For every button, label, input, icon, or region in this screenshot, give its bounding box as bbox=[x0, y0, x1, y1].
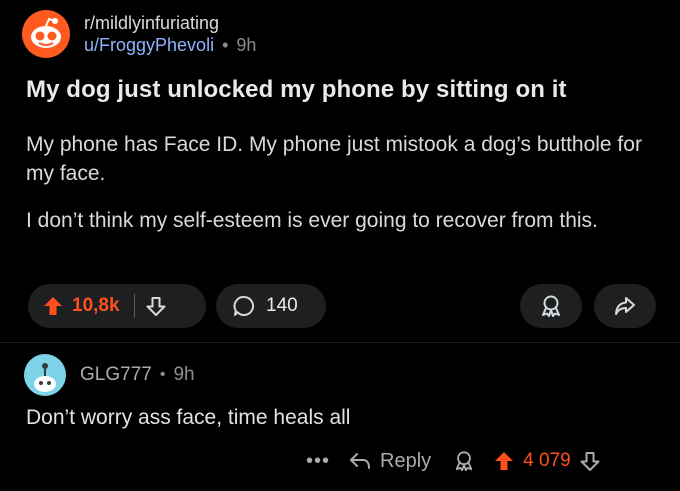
post-author[interactable]: u/FroggyPhevoli bbox=[84, 34, 214, 56]
award-icon bbox=[539, 294, 563, 318]
comment-vote-count: 4 079 bbox=[523, 450, 571, 471]
post-body-paragraph: My phone has Face ID. My phone just mist… bbox=[26, 133, 642, 185]
share-button[interactable] bbox=[594, 284, 656, 328]
subreddit-avatar-icon[interactable] bbox=[22, 10, 70, 58]
reply-label: Reply bbox=[380, 449, 432, 472]
award-icon bbox=[453, 450, 475, 472]
vote-divider bbox=[133, 294, 135, 318]
comment-vote-bar: 4 079 bbox=[493, 450, 601, 472]
post-vote-count: 10,8k bbox=[72, 295, 120, 316]
more-options-button[interactable]: ••• bbox=[306, 450, 330, 473]
comment-count: 140 bbox=[266, 295, 298, 316]
comment-author[interactable]: GLG777 bbox=[80, 364, 152, 386]
post-header: r/mildlyinfuriating u/FroggyPhevoli • 9h bbox=[22, 10, 256, 58]
post-title: My dog just unlocked my phone by sitting… bbox=[26, 76, 567, 103]
author-line: u/FroggyPhevoli • 9h bbox=[84, 34, 256, 56]
section-divider bbox=[0, 342, 680, 343]
comment-actions: ••• Reply 4 079 bbox=[306, 444, 601, 478]
comment-time: 9h bbox=[173, 364, 195, 385]
upvote-arrow-icon[interactable] bbox=[493, 450, 515, 472]
meta-separator: • bbox=[159, 366, 166, 383]
award-button[interactable] bbox=[520, 284, 582, 328]
snoo-user-avatar-icon[interactable] bbox=[24, 354, 66, 396]
post-vote-bar: 10,8k bbox=[28, 284, 206, 328]
comment-text: Don’t worry ass face, time heals all bbox=[26, 406, 351, 429]
subreddit-name[interactable]: r/mildlyinfuriating bbox=[84, 12, 256, 34]
post-body-paragraph: I don’t think my self-esteem is ever goi… bbox=[26, 209, 598, 232]
comments-button[interactable]: 140 bbox=[216, 284, 326, 328]
post-time: 9h bbox=[236, 35, 257, 55]
reply-arrow-icon bbox=[348, 450, 372, 472]
reply-button[interactable]: Reply bbox=[348, 450, 431, 473]
comment-header: GLG777 • 9h bbox=[24, 354, 195, 396]
post-meta: r/mildlyinfuriating u/FroggyPhevoli • 9h bbox=[84, 12, 256, 56]
speech-bubble-icon bbox=[232, 294, 256, 318]
comment-award-button[interactable] bbox=[453, 450, 475, 472]
share-arrow-icon bbox=[613, 294, 637, 318]
upvote-arrow-icon[interactable] bbox=[42, 295, 64, 317]
meta-separator: • bbox=[222, 35, 229, 55]
downvote-arrow-icon[interactable] bbox=[579, 450, 601, 472]
downvote-arrow-icon[interactable] bbox=[145, 295, 167, 317]
